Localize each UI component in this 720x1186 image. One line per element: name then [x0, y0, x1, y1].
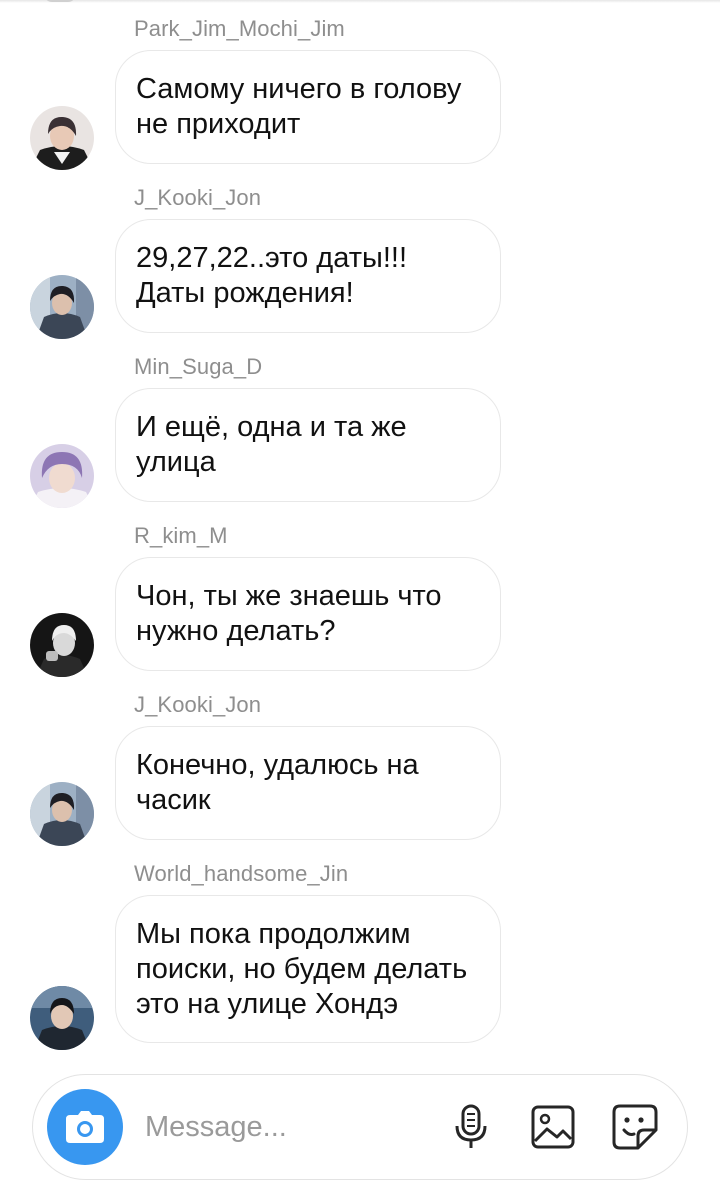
camera-icon: [66, 1111, 104, 1143]
message-bubble[interactable]: Чон, ты же знаешь что нужно делать?: [115, 557, 501, 671]
microphone-button[interactable]: [445, 1101, 497, 1153]
message-text: И ещё, одна и та же улица: [136, 411, 407, 478]
message-bubble[interactable]: 29,27,22..это даты!!! Даты рождения!: [115, 219, 501, 333]
image-icon: [531, 1105, 575, 1149]
message-bubble[interactable]: Конечно, удалюсь на часик: [115, 726, 501, 840]
sender-name: J_Kooki_Jon: [134, 185, 262, 210]
sticker-icon: [612, 1104, 658, 1150]
user-avatar[interactable]: [30, 444, 94, 508]
sender-name: R_kim_M: [134, 523, 228, 548]
sender-name: Min_Suga_D: [134, 354, 263, 379]
message-bubble[interactable]: Самому ничего в голову не приходит: [115, 50, 501, 164]
user-avatar[interactable]: [30, 275, 94, 339]
message-composer: [32, 1074, 688, 1180]
sender-name: Park_Jim_Mochi_Jim: [134, 16, 345, 41]
user-avatar[interactable]: [30, 106, 94, 170]
message-bubble[interactable]: Мы пока продолжим поиски, но будем делат…: [115, 895, 501, 1043]
user-avatar[interactable]: [30, 613, 94, 677]
message-input[interactable]: [145, 1105, 425, 1149]
chat-screen: Park_Jim_Mochi_Jim Самому ничего в голов…: [0, 0, 720, 1186]
user-avatar[interactable]: [30, 986, 94, 1050]
sticker-button[interactable]: [609, 1101, 661, 1153]
top-divider: [0, 0, 720, 3]
message-bubble[interactable]: И ещё, одна и та же улица: [115, 388, 501, 502]
message-text: Самому ничего в голову не приходит: [136, 73, 462, 140]
message-text: Чон, ты же знаешь что нужно делать?: [136, 580, 442, 647]
microphone-icon: [455, 1104, 487, 1148]
camera-button[interactable]: [47, 1089, 123, 1165]
user-avatar[interactable]: [30, 782, 94, 846]
sender-name: World_handsome_Jin: [134, 861, 349, 886]
message-text: 29,27,22..это даты!!! Даты рождения!: [136, 242, 408, 309]
message-text: Конечно, удалюсь на часик: [136, 749, 419, 816]
sender-name: J_Kooki_Jon: [134, 692, 262, 717]
gallery-button[interactable]: [527, 1101, 579, 1153]
message-text: Мы пока продолжим поиски, но будем делат…: [136, 917, 468, 1020]
